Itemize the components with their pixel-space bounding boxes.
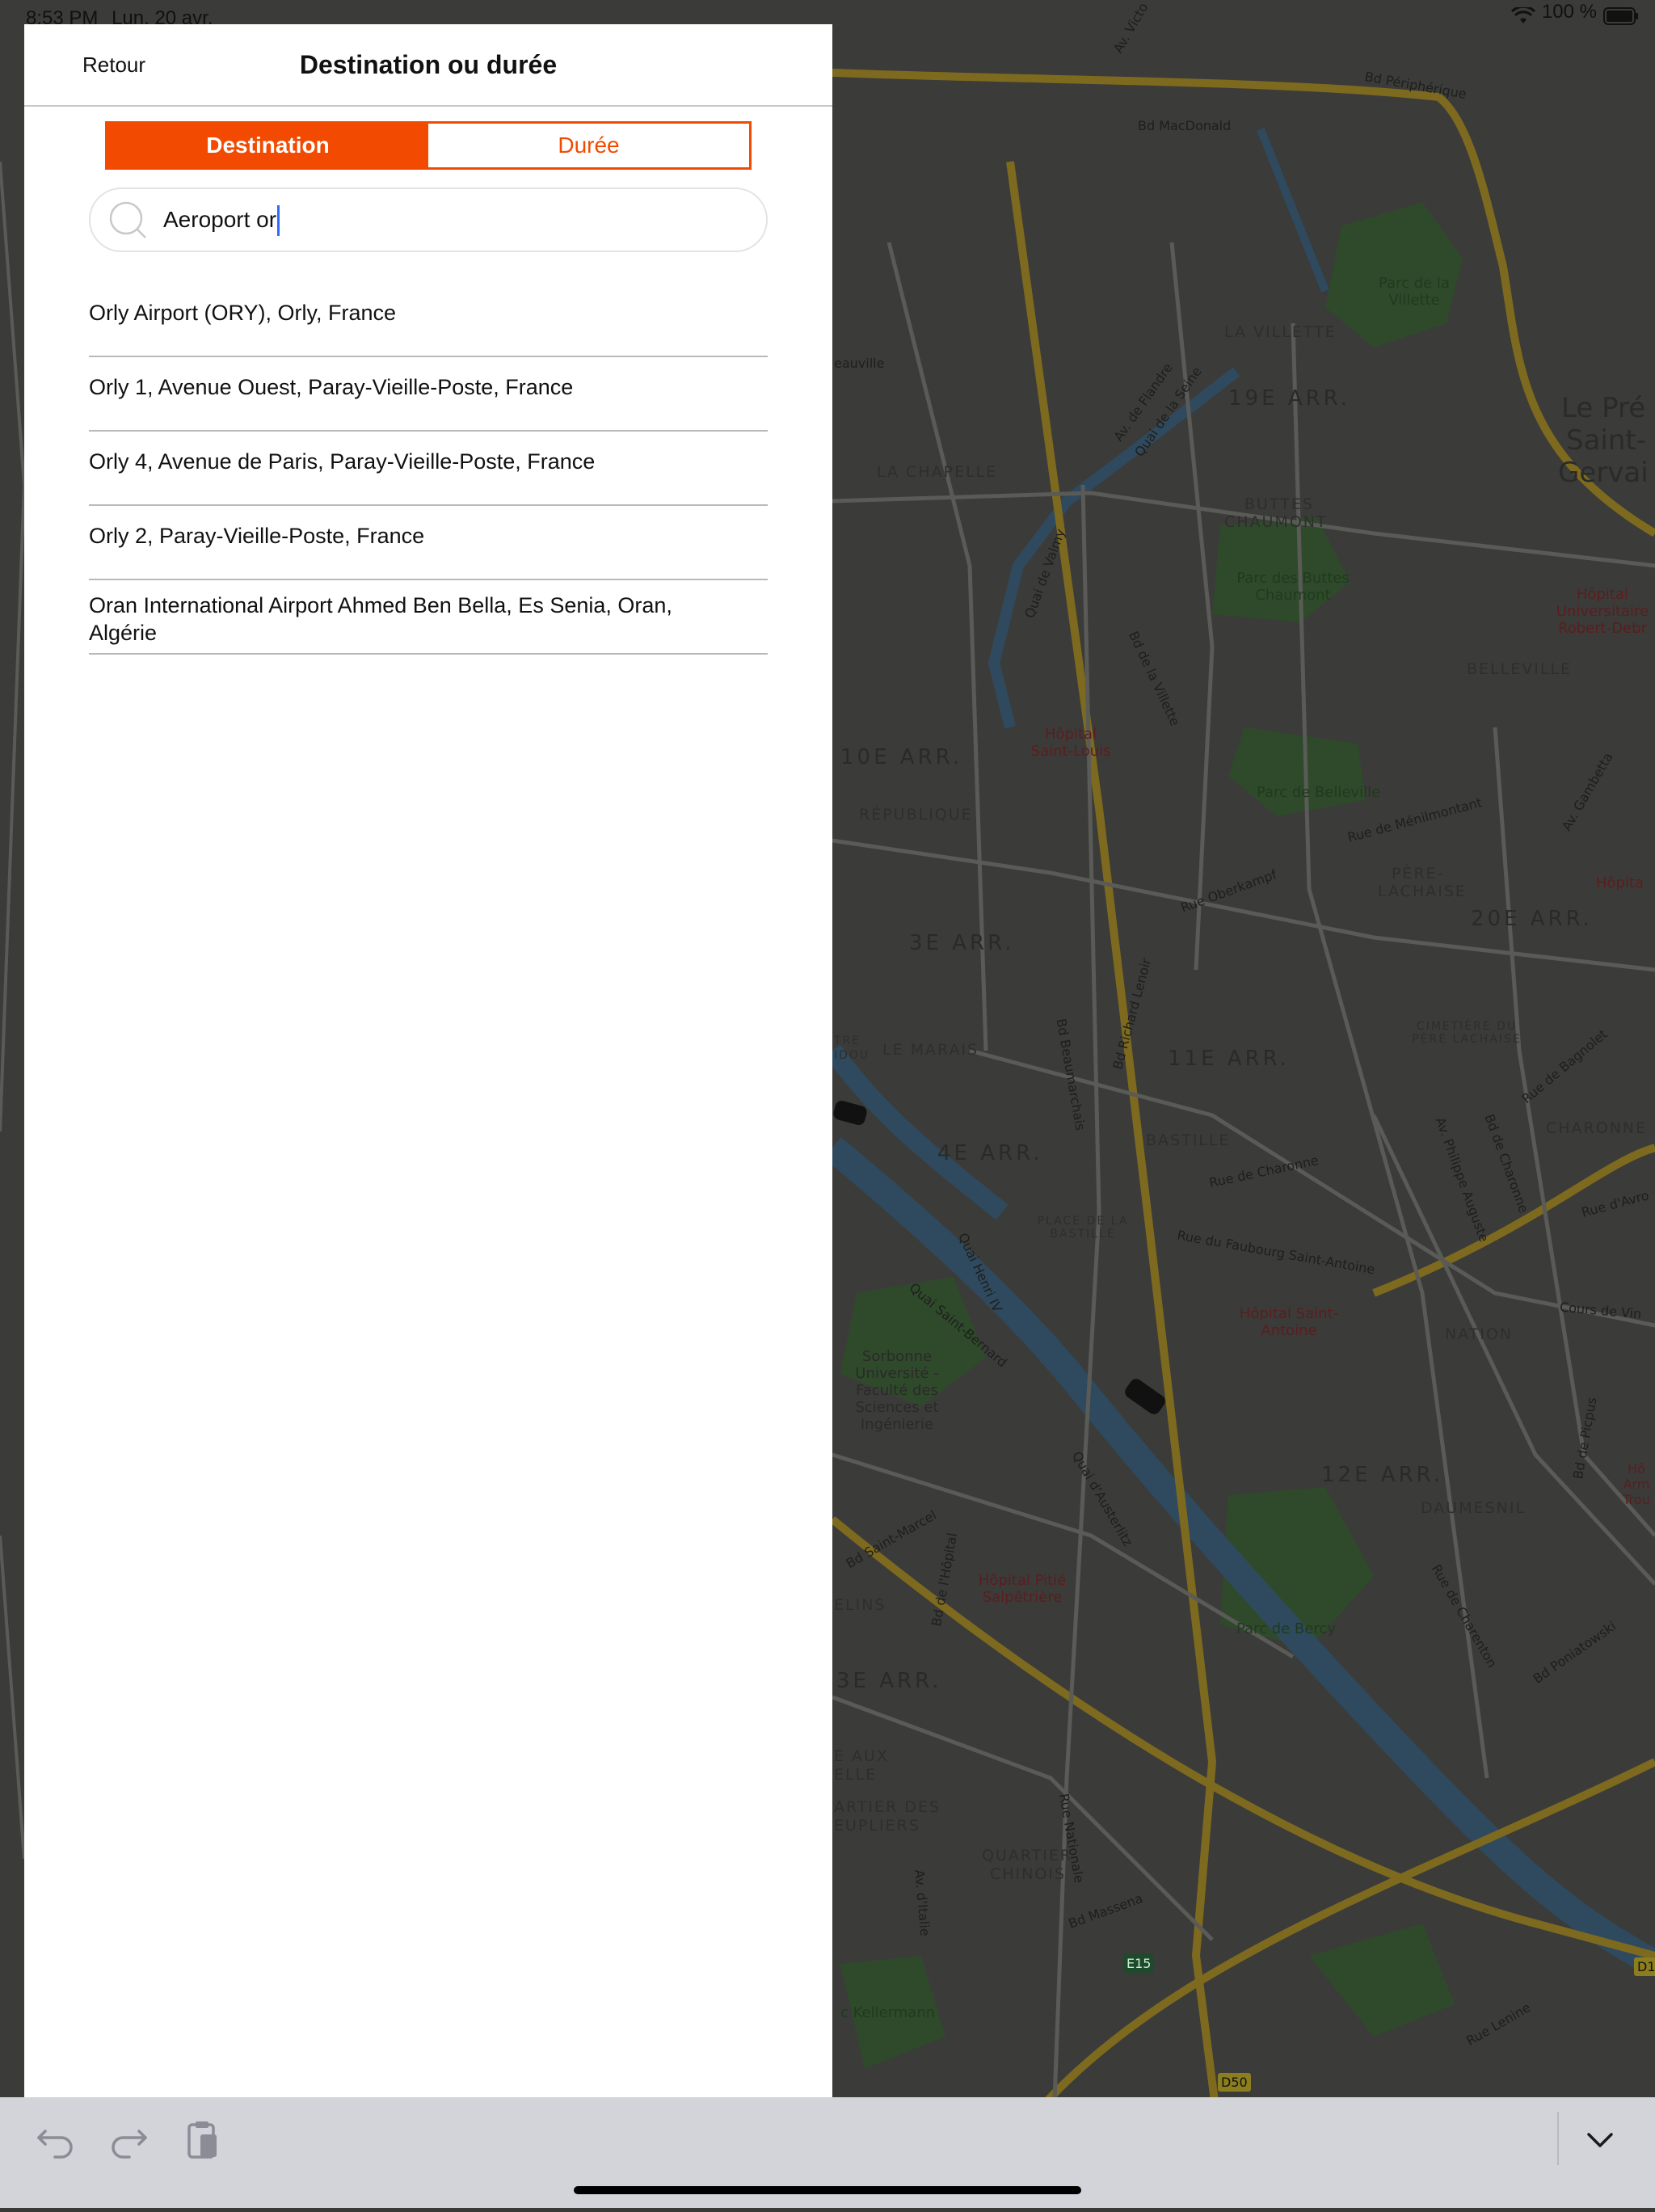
map-area-label: LA CHAPELLE <box>877 463 998 481</box>
map-area-label: Saint- <box>1566 424 1647 457</box>
map-hospital-label: Hôpital Saint-Antoine <box>1239 1305 1339 1339</box>
map-district-label: 4E ARR. <box>937 1141 1043 1165</box>
undo-icon[interactable] <box>31 2113 82 2165</box>
map-road-shield: D50 <box>1218 2073 1251 2092</box>
map-area-label: Gervai <box>1558 457 1649 489</box>
results-list: Orly Airport (ORY), Orly, France Orly 1,… <box>89 283 768 655</box>
result-item-label: Orly 2, Paray-Vieille-Poste, France <box>89 524 425 548</box>
map-area-label: TRE <box>834 1034 861 1047</box>
map-park-label: Parc de la Villette <box>1379 275 1450 309</box>
map-park-label: Parc de Belleville <box>1257 784 1381 801</box>
map-area-label: EUPLIERS <box>834 1817 920 1835</box>
map-landmark-label: Sorbonne Université - Faculté des Scienc… <box>855 1348 939 1433</box>
paste-icon[interactable] <box>176 2113 228 2165</box>
home-indicator <box>574 2186 1081 2194</box>
map-area-label: PÈRE- <box>1392 865 1445 883</box>
search-field[interactable] <box>89 187 768 252</box>
battery-percentage: 100 % <box>1541 1 1597 23</box>
map-district-label: 3E ARR. <box>836 1669 942 1693</box>
map-hospital-label: Hôpital Universitaire Robert-Debr <box>1556 586 1649 637</box>
map-district-label: 10E ARR. <box>840 745 963 769</box>
map-area-label: BELLEVILLE <box>1467 660 1572 678</box>
redo-icon[interactable] <box>102 2113 154 2165</box>
map-area-label: IDOU <box>834 1049 870 1062</box>
map-area-label: ELLE <box>834 1766 878 1784</box>
result-item-label-continued: Algérie <box>89 621 158 645</box>
result-item-label: Orly 4, Avenue de Paris, Paray-Vieille-P… <box>89 449 596 474</box>
chevron-down-icon[interactable] <box>1574 2113 1626 2165</box>
map-district-label: 3E ARR. <box>909 931 1015 955</box>
map-area-label: CHINOIS <box>990 1865 1066 1883</box>
map-park-label: Parc des Buttes Chaumont <box>1236 570 1350 604</box>
map-road-label: eauville <box>834 356 885 371</box>
map-area-label: LA VILLETTE <box>1224 323 1337 341</box>
result-item[interactable]: Orly 1, Avenue Ouest, Paray-Vieille-Post… <box>89 357 768 432</box>
map-area-label: E AUX <box>834 1747 889 1765</box>
map-area-label: CHAUMONT <box>1224 513 1328 531</box>
toolbar-divider <box>1557 2112 1559 2165</box>
map-road-shield: D1 <box>1634 1957 1655 1976</box>
text-cursor <box>277 205 280 236</box>
result-item[interactable]: Orly 4, Avenue de Paris, Paray-Vieille-P… <box>89 432 768 506</box>
map-hospital-label: Hô Arm Trou <box>1623 1461 1650 1507</box>
map-area-label: ARTIER DES <box>834 1798 941 1816</box>
segment-destination[interactable]: Destination <box>107 124 428 167</box>
map-area-label: DAUMESNIL <box>1421 1499 1527 1517</box>
wifi-icon <box>1510 7 1535 23</box>
result-item[interactable]: Orly Airport (ORY), Orly, France <box>89 283 768 357</box>
search-input[interactable] <box>163 189 729 251</box>
status-bar-indicators: 100 % <box>1510 0 1639 25</box>
status-bar-datetime: 8:53 PM Lun. 20 avr. <box>26 0 213 29</box>
result-item-label: Orly Airport (ORY), Orly, France <box>89 301 397 325</box>
map-area-label: RÉPUBLIQUE <box>859 806 973 824</box>
segment-duration[interactable]: Durée <box>428 124 749 167</box>
map-area-label: QUARTIER <box>982 1847 1073 1864</box>
map-hospital-label: Hôpita <box>1596 874 1644 891</box>
map-landmark-label: PLACE DE LA BASTILLE <box>1037 1215 1129 1241</box>
map-district-label: 19E ARR. <box>1228 386 1351 411</box>
map-area-label: ELINS <box>834 1596 886 1614</box>
battery-icon <box>1603 7 1638 25</box>
map-landmark-label: CIMETIÈRE DU PÈRE LACHAISE <box>1412 1020 1522 1046</box>
search-icon <box>109 201 146 238</box>
result-item-label: Orly 1, Avenue Ouest, Paray-Vieille-Post… <box>89 375 574 399</box>
destination-panel: Destination ou durée Retour Destination … <box>24 24 832 2097</box>
map-area-label: LACHAISE <box>1378 883 1467 900</box>
map-hospital-label: Hôpital Saint-Louis <box>1030 726 1111 760</box>
map-hospital-label: Hôpital Pitié Salpêtrière <box>978 1572 1067 1606</box>
back-button[interactable]: Retour <box>82 24 145 105</box>
map-area-label: LE MARAIS <box>882 1041 979 1059</box>
map-area-label: NATION <box>1445 1325 1514 1343</box>
result-item-label: Oran International Airport Ahmed Ben Bel… <box>89 593 672 617</box>
map-area-label: CHARONNE <box>1546 1119 1648 1137</box>
result-item[interactable]: Orly 2, Paray-Vieille-Poste, France <box>89 506 768 580</box>
map-park-label: c Kellermann <box>840 2004 936 2021</box>
map-area-label: BUTTES <box>1244 495 1314 513</box>
map-road-label: Bd MacDonald <box>1138 118 1232 133</box>
map-area-label: BASTILLE <box>1146 1131 1231 1149</box>
map-park-label: Parc de Bercy <box>1236 1620 1336 1637</box>
map-district-label: 12E ARR. <box>1321 1463 1444 1487</box>
map-area-label: Le Pré <box>1561 392 1646 424</box>
map-road-shield: E15 <box>1123 1954 1155 1973</box>
navigation-bar: Destination ou durée Retour <box>24 24 832 107</box>
map-district-label: 11E ARR. <box>1168 1047 1291 1071</box>
segmented-control: Destination Durée <box>105 121 752 170</box>
map-district-label: 20E ARR. <box>1471 907 1594 931</box>
result-item[interactable]: Oran International Airport Ahmed Ben Bel… <box>89 580 768 655</box>
